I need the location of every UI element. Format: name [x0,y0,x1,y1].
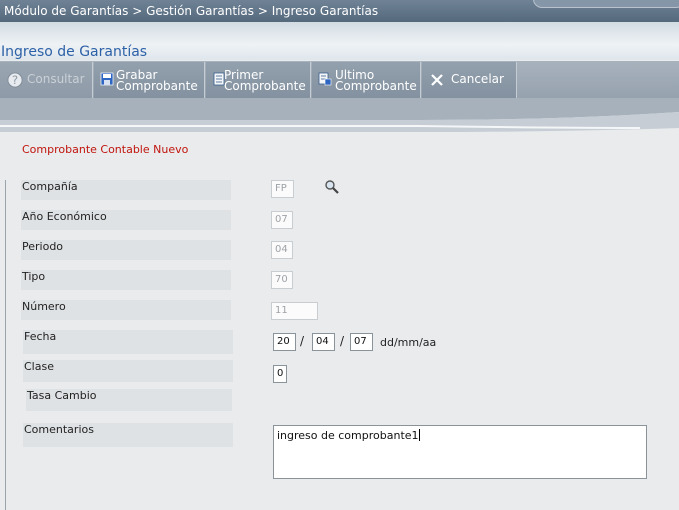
text-caret [418,429,420,441]
primer-label-line2: Comprobante [224,79,306,93]
consultar-label: Consultar [27,72,85,86]
compania-field[interactable]: FP [271,180,294,198]
svg-text:?: ? [12,73,18,87]
title-bar: Ingreso de Garantías [0,22,679,60]
page-title: Ingreso de Garantías [1,44,148,60]
numero-label: Número [21,300,231,320]
form-left-rule [5,180,6,510]
header-swoosh-decoration [0,98,679,134]
comentarios-text: ingreso de comprobante1 [277,429,419,442]
numero-field[interactable]: 11 [271,302,318,320]
comentarios-label: Comentarios [23,423,233,447]
cancelar-button[interactable]: Cancelar [422,62,517,98]
top-bar: Módulo de Garantías > Gestión Garantías … [0,0,679,22]
cancelar-label: Cancelar [451,72,504,86]
clase-label: Clase [23,360,233,382]
fecha-format-hint: dd/mm/aa [380,336,437,349]
fecha-year-field[interactable]: 07 [350,333,373,351]
ultimo-comprobante-button[interactable]: Ultimo Comprobante [312,62,421,98]
window-corner-decoration [533,0,679,8]
form-heading: Comprobante Contable Nuevo [22,143,189,156]
tasa-cambio-label: Tasa Cambio [26,389,232,411]
last-document-icon [318,72,332,86]
fecha-label: Fecha [23,330,233,354]
clase-field[interactable]: 0 [273,365,287,383]
search-icon[interactable] [324,179,340,195]
breadcrumb: Módulo de Garantías > Gestión Garantías … [4,4,379,18]
comentarios-textarea[interactable]: ingreso de comprobante1 [273,425,647,479]
anio-label: Año Económico [21,210,231,230]
fecha-month-field[interactable]: 04 [312,333,335,351]
ultimo-label-line2: Comprobante [335,79,417,93]
help-icon: ? [7,72,23,88]
anio-field[interactable]: 07 [271,211,293,229]
periodo-field[interactable]: 04 [271,241,293,259]
save-icon [100,72,114,86]
fecha-separator-2: / [340,334,345,348]
fecha-day-field[interactable]: 20 [273,333,296,351]
close-x-icon [431,74,443,86]
primer-comprobante-button[interactable]: Primer Comprobante [206,62,311,98]
grabar-label-line2: Comprobante [116,79,198,93]
tipo-label: Tipo [21,270,231,290]
grabar-comprobante-button[interactable]: Grabar Comprobante [94,62,205,98]
compania-label: Compañía [21,180,231,200]
periodo-label: Periodo [21,240,231,260]
toolbar: ? Consultar Grabar Comprobante Primer Co… [0,61,679,98]
consultar-button[interactable]: ? Consultar [0,62,93,98]
tipo-field[interactable]: 70 [271,271,293,289]
fecha-separator-1: / [300,334,305,348]
